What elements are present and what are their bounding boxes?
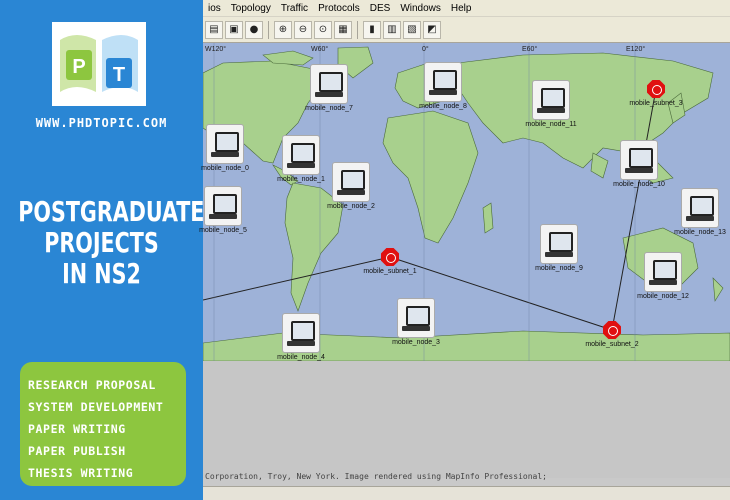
mobile-node[interactable]: mobile_node_12 [633, 252, 693, 300]
mobile-node[interactable]: mobile_node_10 [609, 140, 669, 188]
longitude-tick: W60° [311, 46, 329, 53]
subnet-icon [603, 321, 621, 339]
laptop-icon [282, 135, 320, 175]
laptop-icon [204, 186, 242, 226]
headline-line: IN NS2 [62, 257, 141, 290]
longitude-tick: W120° [205, 46, 227, 53]
laptop-icon [644, 252, 682, 292]
menu-protocols[interactable]: Protocols [313, 3, 365, 14]
services-box: RESEARCH PROPOSAL SYSTEM DEVELOPMENT PAP… [20, 362, 186, 486]
menu-des[interactable]: DES [365, 3, 396, 14]
toolbar-separator [357, 20, 358, 39]
map-background-area [203, 361, 730, 478]
mobile-subnet[interactable]: mobile_subnet_1 [360, 248, 420, 275]
mobile-subnet[interactable]: mobile_subnet_3 [626, 80, 686, 107]
mobile-subnet[interactable]: mobile_subnet_2 [582, 321, 642, 348]
toolbar-separator [268, 20, 269, 39]
topology-icon[interactable]: ▦ [334, 20, 352, 39]
laptop-icon [620, 140, 658, 180]
longitude-tick: E120° [626, 46, 646, 53]
headline: POSTGRADUATE PROJECTS IN NS2 [0, 195, 205, 290]
service-item: SYSTEM DEVELOPMENT [28, 400, 164, 414]
service-item: PAPER PUBLISH [28, 444, 126, 458]
mobile-node[interactable]: mobile_node_4 [271, 313, 331, 361]
logo-letter-p: P [72, 56, 85, 78]
save-icon[interactable]: ▣ [225, 20, 243, 39]
menu-traffic[interactable]: Traffic [276, 3, 313, 14]
laptop-icon [681, 188, 719, 228]
mobile-node[interactable]: mobile_node_11 [521, 80, 581, 128]
graph-icon[interactable]: ▧ [403, 20, 421, 39]
menu-topology[interactable]: Topology [226, 3, 276, 14]
menu-bar: ios Topology Traffic Protocols DES Windo… [203, 0, 730, 17]
chart-icon[interactable]: ◩ [423, 20, 441, 39]
node-icon[interactable]: ● [245, 20, 263, 39]
map-copyright: Corporation, Troy, New York. Image rende… [205, 472, 547, 481]
mobile-node[interactable]: mobile_node_0 [195, 124, 255, 172]
laptop-icon [424, 62, 462, 102]
mobile-node[interactable]: mobile_node_13 [670, 188, 730, 236]
mobile-node[interactable]: mobile_node_3 [386, 298, 446, 346]
longitude-tick: 0° [422, 46, 429, 53]
phdtopic-logo: P T [52, 22, 146, 106]
menu-scenarios[interactable]: ios [203, 3, 226, 14]
zoom-out-icon[interactable]: ⊖ [294, 20, 312, 39]
menu-windows[interactable]: Windows [395, 3, 446, 14]
toolbar: ▤ ▣ ● ⊕ ⊖ ⊙ ▦ ▮ ▥ ▧ ◩ [203, 17, 730, 43]
opnet-window: ios Topology Traffic Protocols DES Windo… [199, 0, 730, 500]
mobile-node[interactable]: mobile_node_2 [321, 162, 381, 210]
mobile-node[interactable]: mobile_node_8 [413, 62, 473, 110]
mobile-node[interactable]: mobile_node_9 [529, 224, 589, 272]
laptop-icon [310, 64, 348, 104]
promo-panel: P T WWW.PHDTOPIC.COM POSTGRADUATE PROJEC… [0, 0, 205, 500]
results-icon[interactable]: ▥ [383, 20, 401, 39]
site-url[interactable]: WWW.PHDTOPIC.COM [0, 116, 203, 130]
subnet-icon [647, 80, 665, 98]
subnet-icon [381, 248, 399, 266]
laptop-icon [397, 298, 435, 338]
menu-help[interactable]: Help [446, 3, 477, 14]
service-item: PAPER WRITING [28, 422, 126, 436]
logo-letter-t: T [113, 64, 125, 86]
horizontal-scrollbar[interactable] [203, 486, 730, 500]
mobile-node[interactable]: mobile_node_5 [193, 186, 253, 234]
open-icon[interactable]: ▤ [205, 20, 223, 39]
service-item: THESIS WRITING [28, 466, 134, 480]
laptop-icon [206, 124, 244, 164]
headline-line: PROJECTS [44, 226, 159, 259]
mobile-node[interactable]: mobile_node_7 [299, 64, 359, 112]
headline-line: POSTGRADUATE [18, 195, 205, 228]
laptop-icon [282, 313, 320, 353]
laptop-icon [540, 224, 578, 264]
run-simulation-icon[interactable]: ▮ [363, 20, 381, 39]
zoom-in-icon[interactable]: ⊕ [274, 20, 292, 39]
laptop-icon [332, 162, 370, 202]
longitude-tick: E60° [522, 46, 538, 53]
laptop-icon [532, 80, 570, 120]
zoom-fit-icon[interactable]: ⊙ [314, 20, 332, 39]
service-item: RESEARCH PROPOSAL [28, 378, 156, 392]
